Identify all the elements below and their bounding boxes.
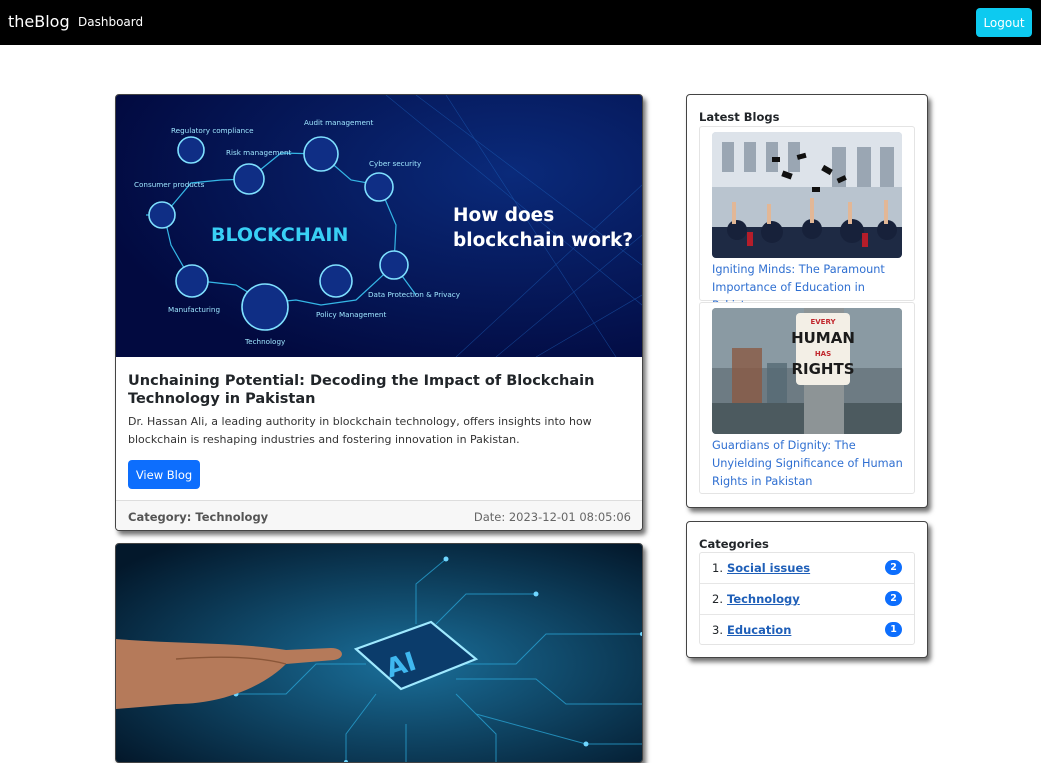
svg-text:Risk management: Risk management bbox=[226, 148, 292, 157]
nav-dashboard-link[interactable]: Dashboard bbox=[78, 15, 143, 29]
svg-text:Technology: Technology bbox=[244, 337, 286, 346]
category-number: 1. bbox=[712, 561, 723, 575]
navbar: theBlog Dashboard Logout bbox=[0, 0, 1041, 45]
category-count-badge: 2 bbox=[885, 560, 902, 575]
category-link-technology[interactable]: Technology bbox=[727, 592, 800, 606]
category-count-badge: 1 bbox=[885, 622, 902, 637]
blog-post-card: BLOCKCHAIN How does blockchain work? Reg… bbox=[115, 94, 643, 531]
svg-text:Manufacturing: Manufacturing bbox=[168, 305, 220, 314]
svg-text:blockchain work?: blockchain work? bbox=[453, 230, 633, 251]
view-blog-button[interactable]: View Blog bbox=[128, 460, 200, 489]
svg-text:Data Protection & Privacy: Data Protection & Privacy bbox=[368, 290, 461, 299]
latest-blogs-title: Latest Blogs bbox=[699, 110, 780, 124]
blockchain-word: BLOCKCHAIN bbox=[211, 224, 348, 246]
category-item: 1. Social issues 2 bbox=[700, 553, 914, 584]
blockchain-post-image: BLOCKCHAIN How does blockchain work? Reg… bbox=[116, 95, 642, 357]
category-item: 3. Education 1 bbox=[700, 615, 914, 646]
post-description: Dr. Hassan Ali, a leading authority in b… bbox=[128, 415, 592, 446]
latest-blog-item: Igniting Minds: The Paramount Importance… bbox=[699, 126, 915, 312]
post-category: Category: Technology bbox=[128, 510, 269, 524]
category-link-education[interactable]: Education bbox=[727, 623, 791, 637]
category-number: 2. bbox=[712, 592, 723, 606]
graduation-image bbox=[712, 132, 902, 258]
svg-text:Regulatory compliance: Regulatory compliance bbox=[171, 126, 254, 135]
ai-post-image: AI bbox=[116, 544, 642, 762]
svg-text:Cyber security: Cyber security bbox=[369, 159, 422, 168]
category-item: 2. Technology 2 bbox=[700, 584, 914, 615]
svg-text:EVERY: EVERY bbox=[810, 318, 836, 326]
brand-link[interactable]: theBlog bbox=[8, 12, 70, 31]
category-link-social-issues[interactable]: Social issues bbox=[727, 561, 810, 575]
categories-title: Categories bbox=[699, 537, 769, 551]
latest-blog-link[interactable]: Guardians of Dignity: The Unyielding Sig… bbox=[712, 437, 908, 491]
category-count-badge: 2 bbox=[885, 591, 902, 606]
latest-blog-item: EVERY HUMAN HAS RIGHTS Guardians of Dign… bbox=[699, 302, 915, 494]
svg-text:How does: How does bbox=[453, 205, 554, 226]
post-date: Date: 2023-12-01 08:05:06 bbox=[473, 510, 631, 524]
svg-text:HUMAN: HUMAN bbox=[791, 329, 855, 347]
svg-text:HAS: HAS bbox=[815, 350, 831, 358]
human-rights-image: EVERY HUMAN HAS RIGHTS bbox=[712, 308, 902, 434]
post-footer: Category: Technology Date: 2023-12-01 08… bbox=[116, 500, 642, 530]
blog-post-card: AI bbox=[115, 543, 643, 763]
logout-button[interactable]: Logout bbox=[976, 8, 1032, 37]
category-number: 3. bbox=[712, 623, 723, 637]
svg-text:Policy Management: Policy Management bbox=[316, 310, 386, 319]
latest-blogs-card: Latest Blogs Igniting Minds: The Paramou… bbox=[686, 94, 928, 508]
svg-text:Consumer products: Consumer products bbox=[134, 180, 205, 189]
categories-card: Categories 1. Social issues 2 2. Technol… bbox=[686, 521, 928, 658]
category-list: 1. Social issues 2 2. Technology 2 3. Ed… bbox=[699, 552, 915, 645]
post-title: Unchaining Potential: Decoding the Impac… bbox=[128, 373, 595, 407]
svg-text:Audit management: Audit management bbox=[304, 118, 373, 127]
svg-text:RIGHTS: RIGHTS bbox=[791, 360, 854, 378]
